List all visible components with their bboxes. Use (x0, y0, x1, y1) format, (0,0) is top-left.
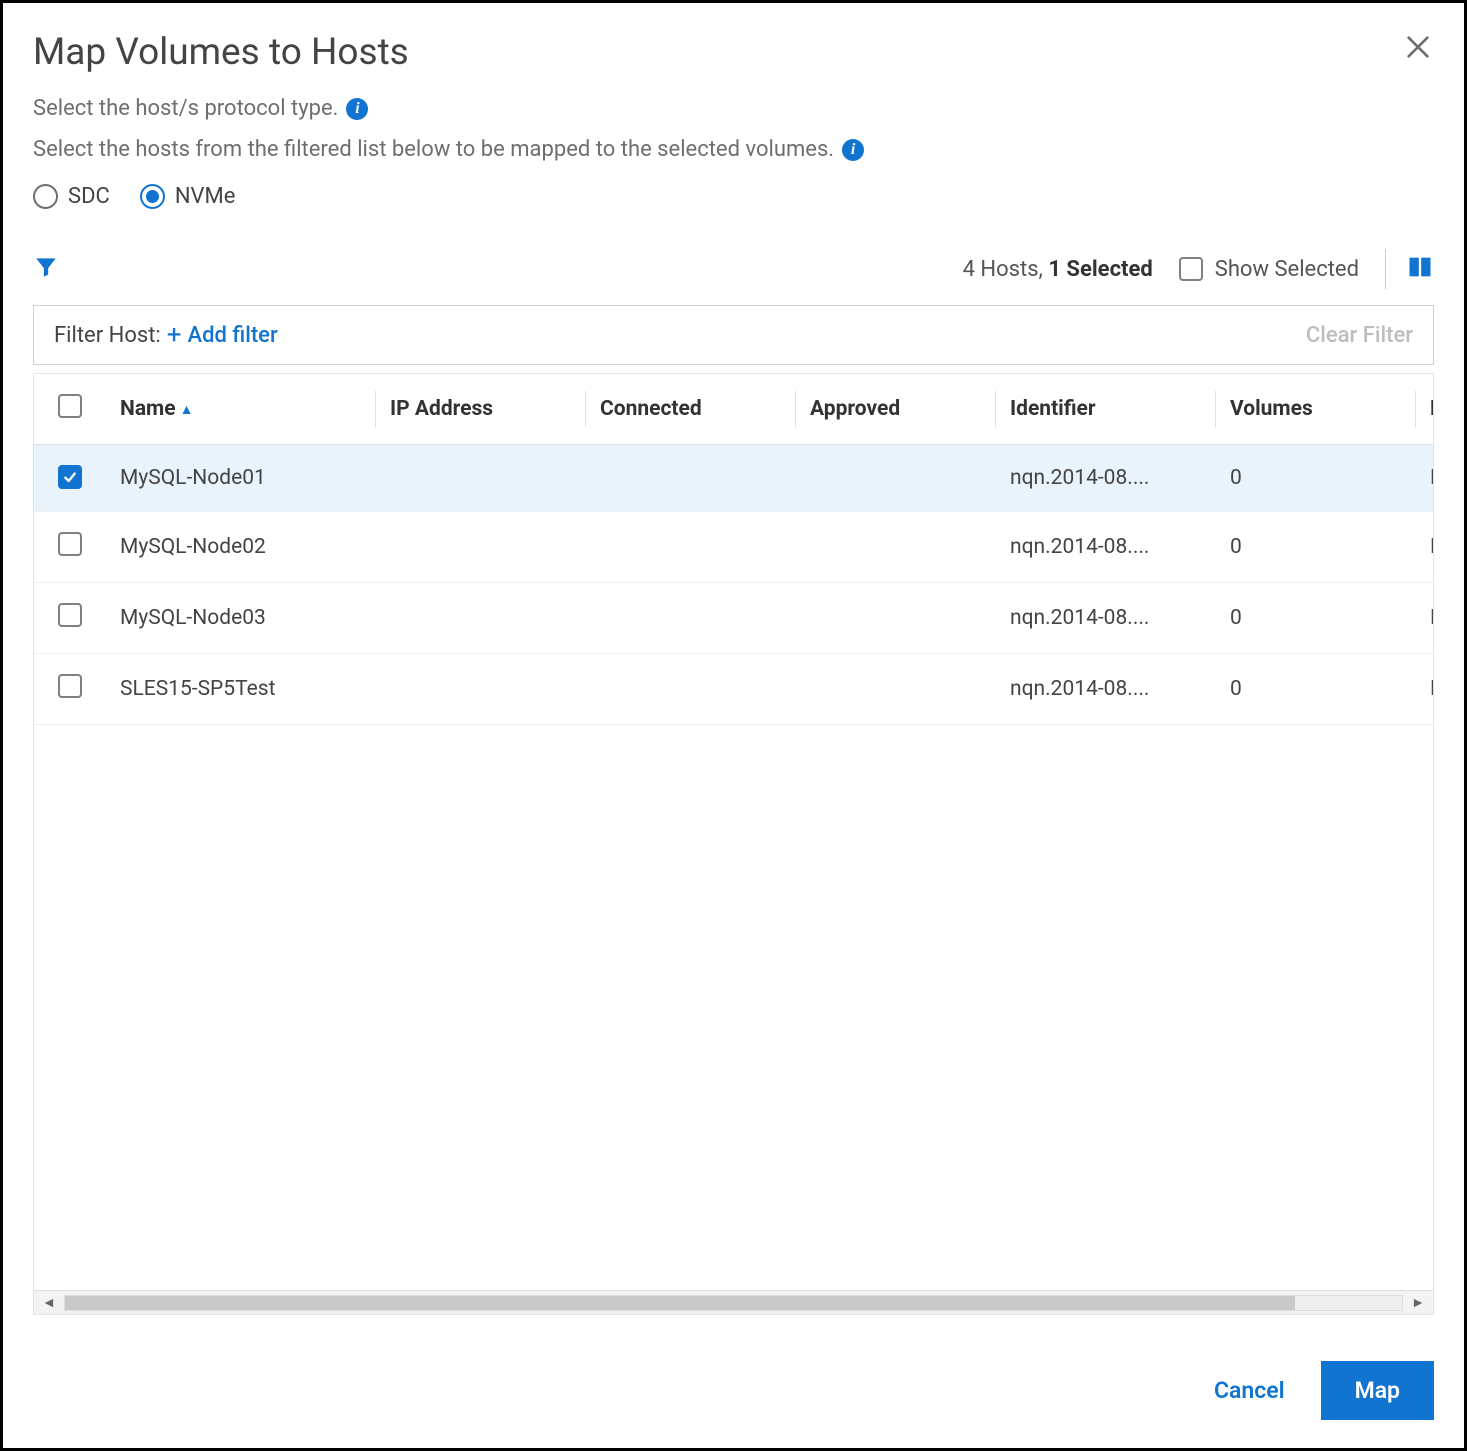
column-settings-icon[interactable] (1406, 253, 1434, 285)
cell-volumes: 0 (1216, 512, 1416, 583)
protocol-radio-sdc[interactable]: SDC (33, 184, 110, 209)
radio-icon (140, 184, 165, 209)
cell-connected (586, 445, 796, 512)
add-filter-button[interactable]: + Add filter (167, 320, 278, 350)
filter-bar: Filter Host: + Add filter Clear Filter (33, 305, 1434, 365)
cell-approved (796, 654, 996, 725)
info-icon[interactable]: i (346, 98, 368, 120)
cell-name: MySQL-Node01 (106, 445, 376, 512)
hosts-table: Name▲ IP Address Connected Approved Iden… (34, 374, 1433, 725)
cell-approved (796, 583, 996, 654)
protocol-radio-group: SDC NVMe (33, 184, 1434, 209)
add-filter-label: Add filter (188, 323, 278, 348)
cancel-button[interactable]: Cancel (1208, 1367, 1291, 1414)
map-volumes-dialog: Map Volumes to Hosts Select the host/s p… (0, 0, 1467, 1451)
scroll-left-icon[interactable]: ◄ (38, 1294, 60, 1311)
row-checkbox[interactable] (58, 603, 82, 627)
radio-icon (33, 184, 58, 209)
filter-label: Filter Host: (54, 323, 161, 348)
cell-protocol: NVM (1416, 583, 1433, 654)
host-count: 4 Hosts, 1 Selected (963, 257, 1153, 282)
table-row[interactable]: MySQL-Node01 nqn.2014-08....0NVM (34, 445, 1433, 512)
cell-name: MySQL-Node02 (106, 512, 376, 583)
info-icon[interactable]: i (842, 139, 864, 161)
column-header-connected[interactable]: Connected (586, 374, 796, 445)
hosts-instruction: Select the hosts from the filtered list … (33, 137, 834, 162)
cell-identifier: nqn.2014-08.... (996, 512, 1216, 583)
cell-name: MySQL-Node03 (106, 583, 376, 654)
cell-volumes: 0 (1216, 654, 1416, 725)
column-header-identifier[interactable]: Identifier (996, 374, 1216, 445)
show-selected-toggle[interactable]: Show Selected (1179, 257, 1359, 282)
map-button[interactable]: Map (1321, 1361, 1434, 1420)
plus-icon: + (167, 320, 182, 350)
cell-approved (796, 445, 996, 512)
protocol-instruction: Select the host/s protocol type. (33, 96, 338, 121)
horizontal-scrollbar[interactable]: ◄ ► (34, 1290, 1433, 1314)
cell-identifier: nqn.2014-08.... (996, 445, 1216, 512)
cell-connected (586, 583, 796, 654)
column-header-approved[interactable]: Approved (796, 374, 996, 445)
cell-ip (376, 512, 586, 583)
cell-identifier: nqn.2014-08.... (996, 583, 1216, 654)
show-selected-label: Show Selected (1215, 257, 1359, 282)
table-row[interactable]: MySQL-Node02 nqn.2014-08....0NVM (34, 512, 1433, 583)
dialog-title: Map Volumes to Hosts (33, 31, 409, 74)
cell-protocol: NVM (1416, 512, 1433, 583)
radio-label: NVMe (175, 184, 236, 209)
row-checkbox[interactable] (58, 674, 82, 698)
filter-icon[interactable] (33, 254, 59, 284)
table-row[interactable]: SLES15-SP5Test nqn.2014-08....0NVM (34, 654, 1433, 725)
protocol-radio-nvme[interactable]: NVMe (140, 184, 236, 209)
cell-ip (376, 445, 586, 512)
column-header-protocol[interactable]: Protocol (1416, 374, 1433, 445)
table-row[interactable]: MySQL-Node03 nqn.2014-08....0NVM (34, 583, 1433, 654)
cell-volumes: 0 (1216, 445, 1416, 512)
divider (1385, 249, 1386, 289)
cell-approved (796, 512, 996, 583)
cell-ip (376, 583, 586, 654)
cell-ip (376, 654, 586, 725)
cell-protocol: NVM (1416, 654, 1433, 725)
row-checkbox[interactable] (58, 465, 82, 489)
cell-identifier: nqn.2014-08.... (996, 654, 1216, 725)
checkbox-icon (1179, 257, 1203, 281)
sort-asc-icon: ▲ (180, 402, 194, 418)
cell-name: SLES15-SP5Test (106, 654, 376, 725)
close-icon[interactable] (1402, 31, 1434, 67)
column-header-name[interactable]: Name▲ (106, 374, 376, 445)
clear-filter-button[interactable]: Clear Filter (1306, 323, 1413, 348)
column-header-volumes[interactable]: Volumes (1216, 374, 1416, 445)
row-checkbox[interactable] (58, 532, 82, 556)
scroll-right-icon[interactable]: ► (1407, 1294, 1429, 1311)
column-header-ip[interactable]: IP Address (376, 374, 586, 445)
cell-connected (586, 654, 796, 725)
radio-label: SDC (68, 184, 110, 209)
cell-protocol: NVM (1416, 445, 1433, 512)
cell-volumes: 0 (1216, 583, 1416, 654)
cell-connected (586, 512, 796, 583)
select-all-checkbox[interactable] (58, 394, 82, 418)
